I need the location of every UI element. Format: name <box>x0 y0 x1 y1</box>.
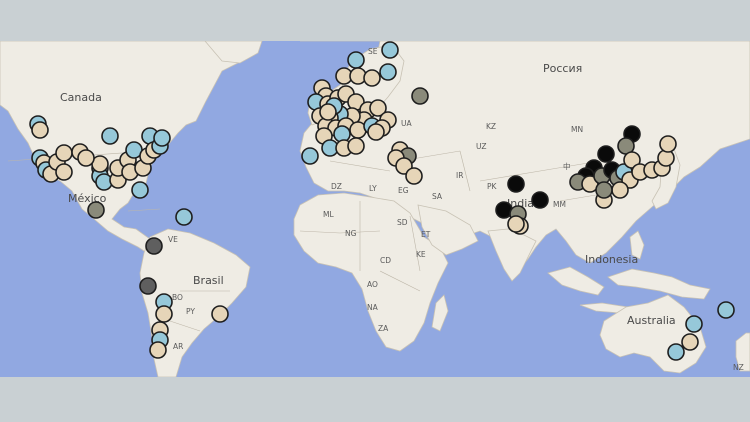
country-label-indonesia: Indonesia <box>585 253 638 266</box>
country-label-sd: SD <box>397 218 408 227</box>
map-marker[interactable] <box>139 277 157 295</box>
country-label-cd: CD <box>380 256 391 265</box>
country-label-sa: SA <box>432 192 443 201</box>
country-label-pk: PK <box>487 182 498 191</box>
country-label-mn: MN <box>571 125 583 134</box>
country-label-nz: NZ <box>733 363 744 372</box>
map-marker[interactable] <box>595 181 613 199</box>
country-label-russia: Россия <box>543 62 582 75</box>
map-marker[interactable] <box>363 69 381 87</box>
map-marker[interactable] <box>405 167 423 185</box>
map-marker[interactable] <box>131 181 149 199</box>
country-label-ml: ML <box>323 210 334 219</box>
country-label-canada: Canada <box>60 91 102 104</box>
map-marker[interactable] <box>347 137 365 155</box>
map-marker[interactable] <box>411 87 429 105</box>
map-marker[interactable] <box>659 135 677 153</box>
map-marker[interactable] <box>301 147 319 165</box>
country-label-na: NA <box>367 303 379 312</box>
map-marker[interactable] <box>149 341 167 359</box>
map-marker[interactable] <box>77 149 95 167</box>
map-marker[interactable] <box>153 129 171 147</box>
country-label-ke: KE <box>416 250 426 259</box>
map-marker[interactable] <box>55 163 73 181</box>
country-label-et: ET <box>421 230 431 239</box>
country-label-se: SE <box>368 47 378 56</box>
map-marker[interactable] <box>507 215 525 233</box>
map-marker[interactable] <box>531 191 549 209</box>
map-marker[interactable] <box>211 305 229 323</box>
country-label-eg: EG <box>398 186 409 195</box>
country-label-ar: AR <box>173 342 183 351</box>
country-label-ua: UA <box>401 119 412 128</box>
map-marker[interactable] <box>381 41 399 59</box>
map-marker[interactable] <box>717 301 735 319</box>
map-marker[interactable] <box>597 145 615 163</box>
country-label-mm: MM <box>553 200 566 209</box>
country-label-ng: NG <box>345 229 357 238</box>
country-label-py: PY <box>186 307 195 316</box>
country-label-australia: Australia <box>627 314 676 327</box>
map-marker[interactable] <box>31 121 49 139</box>
map-marker[interactable] <box>379 63 397 81</box>
map-marker[interactable] <box>145 237 163 255</box>
country-label-uz: UZ <box>476 142 487 151</box>
world-map[interactable]: Canada México Brasil Россия India Indone… <box>0 41 750 377</box>
country-label-brasil: Brasil <box>193 274 224 287</box>
country-label-ve: VE <box>168 235 178 244</box>
map-marker[interactable] <box>347 51 365 69</box>
map-marker[interactable] <box>507 175 525 193</box>
country-label-ao: AO <box>367 280 378 289</box>
map-marker[interactable] <box>55 144 73 162</box>
map-marker[interactable] <box>175 208 193 226</box>
map-marker[interactable] <box>685 315 703 333</box>
country-label-za: ZA <box>378 324 389 333</box>
country-label-kz: KZ <box>486 122 496 131</box>
map-marker[interactable] <box>367 123 385 141</box>
country-label-cn: 中 <box>563 161 571 171</box>
country-label-bo: BO <box>172 293 183 302</box>
map-marker[interactable] <box>87 201 105 219</box>
map-marker[interactable] <box>319 103 337 121</box>
country-label-ir: IR <box>456 171 463 180</box>
map-marker[interactable] <box>155 305 173 323</box>
country-label-dz: DZ <box>331 182 342 191</box>
map-marker[interactable] <box>101 127 119 145</box>
map-marker[interactable] <box>681 333 699 351</box>
country-label-ly: LY <box>369 184 377 193</box>
map-marker[interactable] <box>667 343 685 361</box>
map-marker[interactable] <box>611 181 629 199</box>
